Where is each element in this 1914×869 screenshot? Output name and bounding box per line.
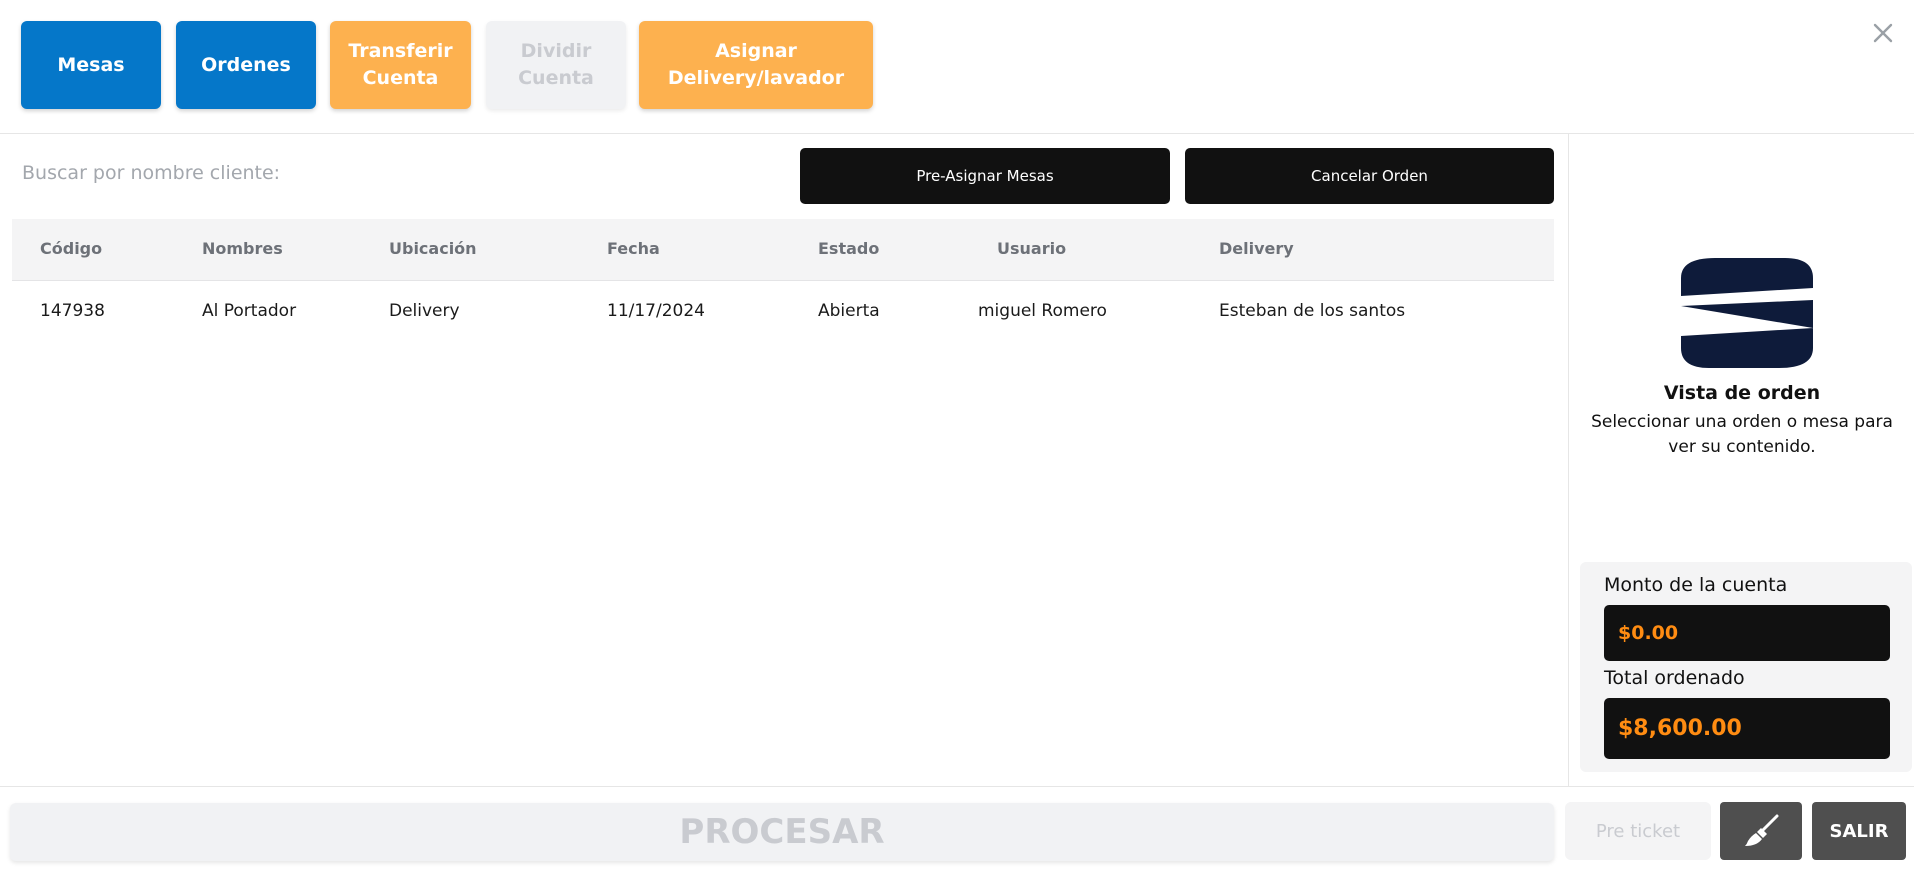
cell-delivery: Esteban de los santos <box>1219 301 1406 321</box>
dividir-cuenta-button[interactable]: Dividir Cuenta <box>486 21 626 109</box>
header-codigo: Código <box>40 239 103 258</box>
cell-nombres: Al Portador <box>202 301 297 321</box>
cell-usuario: miguel Romero <box>978 301 1107 321</box>
header-ubicacion: Ubicación <box>389 239 477 258</box>
brand-logo <box>1675 256 1819 370</box>
asignar-delivery-button[interactable]: Asignar Delivery/lavador <box>639 21 873 109</box>
amounts-box: Monto de la cuenta $0.00 Total ordenado … <box>1580 562 1912 772</box>
header-estado: Estado <box>818 239 880 258</box>
order-view-panel: Vista de orden Seleccionar una orden o m… <box>1568 134 1914 786</box>
transferir-cuenta-button[interactable]: Transferir Cuenta <box>330 21 471 109</box>
top-toolbar: Mesas Ordenes Transferir Cuenta Dividir … <box>0 0 1914 134</box>
orders-panel: Buscar por nombre cliente: Pre-Asignar M… <box>0 134 1568 786</box>
search-label[interactable]: Buscar por nombre cliente: <box>22 162 280 184</box>
header-usuario: Usuario <box>997 239 1067 258</box>
order-view-description: Seleccionar una orden o mesa para ver su… <box>1591 412 1893 457</box>
pre-ticket-button[interactable]: Pre ticket <box>1565 802 1711 860</box>
cell-ubicacion: Delivery <box>389 301 460 321</box>
salir-button[interactable]: SALIR <box>1812 802 1906 860</box>
procesar-button[interactable]: PROCESAR <box>10 803 1554 861</box>
monto-value-field: $0.00 <box>1604 605 1890 661</box>
header-nombres: Nombres <box>202 239 283 258</box>
header-delivery: Delivery <box>1219 239 1294 258</box>
cell-estado: Abierta <box>818 301 880 321</box>
bottom-bar: PROCESAR Pre ticket SALIR <box>0 786 1914 869</box>
orders-table: Código Nombres Ubicación Fecha Estado Us… <box>12 219 1554 341</box>
cell-fecha: 11/17/2024 <box>607 301 705 321</box>
pre-asignar-mesas-button[interactable]: Pre-Asignar Mesas <box>800 148 1170 204</box>
brush-button[interactable] <box>1720 802 1802 860</box>
brush-icon <box>1745 814 1779 846</box>
monto-label: Monto de la cuenta <box>1604 574 1788 596</box>
order-view-title: Vista de orden <box>1663 382 1821 404</box>
total-label: Total ordenado <box>1604 667 1745 689</box>
header-fecha: Fecha <box>607 239 660 258</box>
ordenes-button[interactable]: Ordenes <box>176 21 316 109</box>
table-header: Código Nombres Ubicación Fecha Estado Us… <box>12 219 1554 281</box>
order-management-screen: Mesas Ordenes Transferir Cuenta Dividir … <box>0 0 1914 869</box>
close-icon[interactable] <box>1870 20 1896 46</box>
total-value-field: $8,600.00 <box>1604 698 1890 759</box>
mesas-button[interactable]: Mesas <box>21 21 161 109</box>
cell-codigo: 147938 <box>40 301 105 321</box>
cancelar-orden-button[interactable]: Cancelar Orden <box>1185 148 1554 204</box>
table-row[interactable]: 147938 Al Portador Delivery 11/17/2024 A… <box>12 281 1554 341</box>
